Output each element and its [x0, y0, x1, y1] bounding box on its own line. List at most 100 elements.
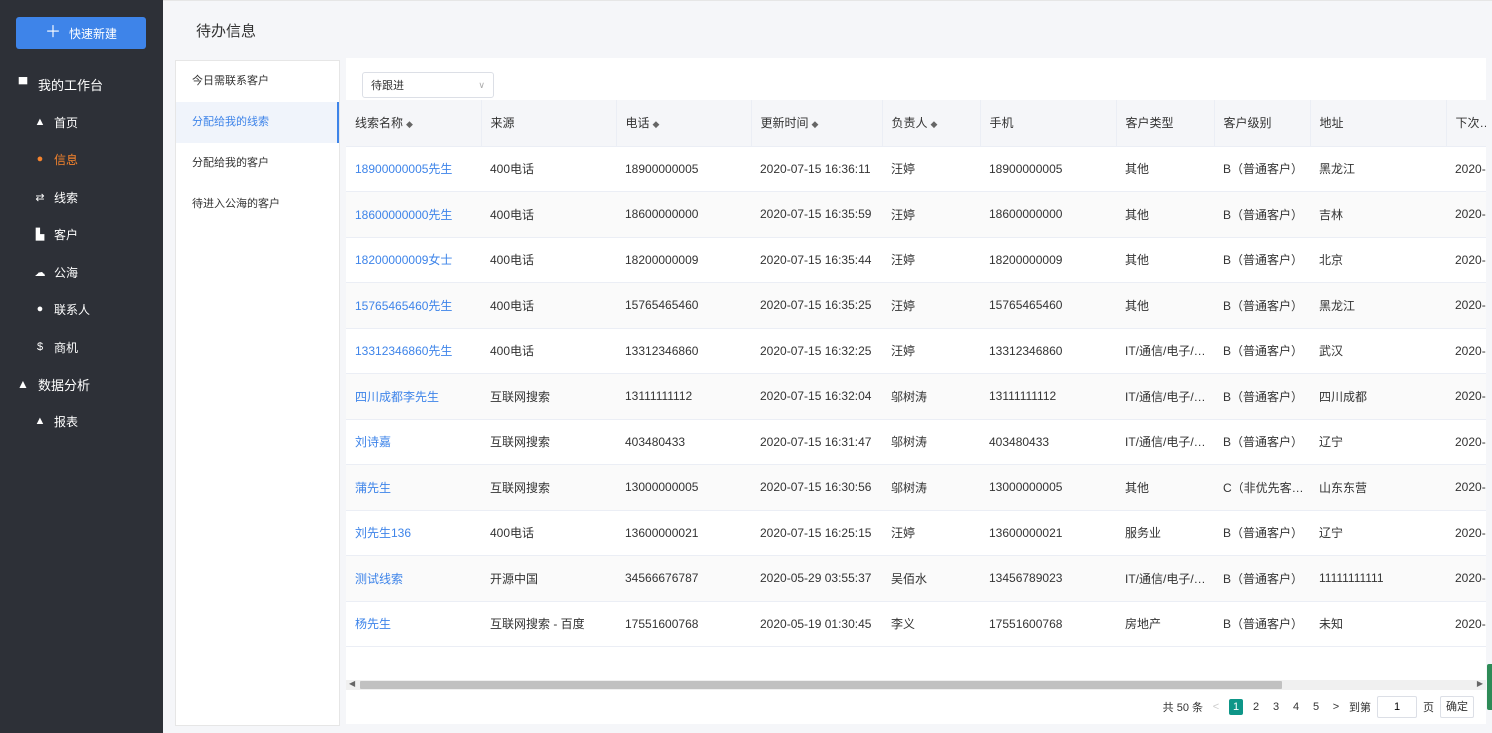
page-button-2[interactable]: 2: [1249, 701, 1263, 713]
cell-name[interactable]: 测试线索: [346, 555, 481, 602]
nav-group-label: 我的工作台: [38, 77, 104, 93]
cell-customer-level: B（普通客户）: [1214, 373, 1310, 420]
cell-customer-level: B（普通客户）: [1214, 555, 1310, 602]
sidebar-item-home[interactable]: ▲ 首页: [0, 104, 163, 140]
cell-mobile: 18900000005: [980, 146, 1116, 192]
column-header-next-contact: 下次联系时间: [1446, 100, 1486, 147]
sidebar-item-label: 商机: [54, 340, 79, 355]
cell-name[interactable]: 18600000000先生: [346, 191, 481, 238]
table-row[interactable]: 刘先生136 400电话 13600000021 2020-07-15 16:25:1…: [346, 510, 1486, 556]
sidebar-item-public-pool[interactable]: ☁ 公海: [0, 254, 163, 290]
table-row[interactable]: 测试线索 开源中国 34566676787 2020-05-29 03:55:37 吴佰…: [346, 555, 1486, 602]
chevron-down-icon: ∨: [478, 80, 485, 90]
sidebar-item-label: 报表: [54, 414, 79, 429]
column-header-customer-level: 客户级别: [1214, 100, 1311, 147]
sort-icon[interactable]: ◆: [653, 119, 660, 129]
plus-icon: ＋: [44, 24, 61, 41]
submenu-item-today-contact[interactable]: 今日需联系客户: [176, 61, 339, 102]
cell-customer-level: B（普通客户）: [1214, 237, 1310, 283]
table-row[interactable]: 杨先生 互联网搜索 - 百度 17551600768 2020-05-19 01:30…: [346, 601, 1486, 647]
horizontal-scrollbar[interactable]: ◀ ▶: [346, 679, 1486, 690]
cell-owner: 汪婷: [882, 146, 980, 192]
sidebar-item-label: 联系人: [54, 302, 91, 317]
sort-icon[interactable]: ◆: [406, 119, 413, 129]
cell-name[interactable]: 15765465460先生: [346, 282, 481, 329]
prev-page-button[interactable]: <: [1209, 701, 1223, 713]
table-row[interactable]: 蒲先生 互联网搜索 13000000005 2020-07-15 16:30:56 邬树…: [346, 464, 1486, 511]
column-header-updated[interactable]: 更新时间 ◆: [751, 100, 883, 147]
side-feedback-tab[interactable]: [1487, 664, 1492, 710]
cell-next-contact: 2020-: [1446, 328, 1486, 374]
sort-icon[interactable]: ◆: [812, 119, 819, 129]
table-row[interactable]: 18600000000先生 400电话 18600000000 2020-07-15 …: [346, 191, 1486, 238]
column-header-source: 来源: [481, 100, 617, 147]
cell-next-contact: 2020-: [1446, 282, 1486, 329]
page-button-3[interactable]: 3: [1269, 701, 1283, 713]
cell-owner: 邬树涛: [882, 419, 980, 465]
sidebar-item-opportunities[interactable]: $ 商机: [0, 329, 163, 365]
sidebar-item-leads[interactable]: ⇄ 线索: [0, 179, 163, 215]
cell-name[interactable]: 杨先生: [346, 601, 481, 647]
page-button-5[interactable]: 5: [1309, 701, 1323, 713]
status-filter-select[interactable]: 待跟进 ∨: [362, 72, 494, 98]
table-row[interactable]: 18900000005先生 400电话 18900000005 2020-07-15 …: [346, 146, 1486, 192]
cell-name[interactable]: 刘诗嘉: [346, 419, 481, 465]
scrollbar-thumb[interactable]: [360, 681, 1282, 689]
cell-next-contact: 2020-: [1446, 373, 1486, 420]
sidebar-item-customers[interactable]: ▙ 客户: [0, 216, 163, 252]
table-row[interactable]: 15765465460先生 400电话 15765465460 2020-07-15 …: [346, 282, 1486, 329]
cell-customer-type: 其他: [1116, 282, 1214, 329]
cell-mobile: 13111111112: [980, 373, 1116, 420]
cell-phone: 13111111112: [616, 373, 751, 420]
sidebar-item-label: 信息: [54, 152, 79, 167]
sort-icon[interactable]: ◆: [931, 119, 938, 129]
cell-name[interactable]: 18200000009女士: [346, 237, 481, 283]
table-row[interactable]: 13312346860先生 400电话 13312346860 2020-07-15 …: [346, 328, 1486, 374]
cell-customer-level: B（普通客户）: [1214, 510, 1310, 556]
cell-customer-level: B（普通客户）: [1214, 419, 1310, 465]
scroll-right-icon[interactable]: ▶: [1477, 679, 1483, 688]
cell-updated: 2020-05-19 01:30:45: [751, 601, 882, 647]
cell-updated: 2020-07-15 16:30:56: [751, 464, 882, 511]
scroll-left-icon[interactable]: ◀: [349, 679, 355, 688]
cell-name[interactable]: 蒲先生: [346, 464, 481, 511]
sidebar-item-contacts[interactable]: ● 联系人: [0, 291, 163, 327]
column-header-owner[interactable]: 负责人 ◆: [882, 100, 981, 147]
cell-name[interactable]: 刘先生136: [346, 510, 481, 556]
nav-group-analytics[interactable]: ▲ 数据分析: [0, 366, 163, 402]
nav-group-workbench[interactable]: ▀ 我的工作台: [0, 66, 163, 102]
leads-icon: ⇄: [35, 191, 45, 204]
cell-updated: 2020-07-15 16:35:59: [751, 191, 882, 238]
monitor-icon: ▀: [18, 77, 28, 91]
submenu-item-assigned-leads[interactable]: 分配给我的线索: [176, 102, 339, 143]
submenu-item-pending-pool[interactable]: 待进入公海的客户: [176, 184, 339, 225]
cell-customer-type: IT/通信/电子/互联网: [1116, 555, 1214, 602]
table-row[interactable]: 刘诗嘉 互联网搜索 403480433 2020-07-15 16:31:47 邬树涛 4…: [346, 419, 1486, 465]
cell-mobile: 13600000021: [980, 510, 1116, 556]
page-button-4[interactable]: 4: [1289, 701, 1303, 713]
next-page-button[interactable]: >: [1329, 701, 1343, 713]
cell-name[interactable]: 13312346860先生: [346, 328, 481, 374]
cell-customer-type: 服务业: [1116, 510, 1214, 556]
cell-source: 400电话: [481, 237, 616, 283]
goto-confirm-button[interactable]: 确定: [1440, 696, 1474, 718]
cell-updated: 2020-07-15 16:25:15: [751, 510, 882, 556]
cell-owner: 邬树涛: [882, 464, 980, 511]
goto-page-input[interactable]: [1377, 696, 1417, 718]
sidebar-item-messages[interactable]: ● 信息: [0, 141, 163, 177]
submenu-item-assigned-customers[interactable]: 分配给我的客户: [176, 143, 339, 184]
cell-name[interactable]: 18900000005先生: [346, 146, 481, 192]
column-header-name[interactable]: 线索名称 ◆: [346, 100, 482, 147]
cell-next-contact: 2020-: [1446, 146, 1486, 192]
table-row[interactable]: 四川成都李先生 互联网搜索 13111111112 2020-07-15 16:32:…: [346, 373, 1486, 420]
table-row[interactable]: 18200000009女士 400电话 18200000009 2020-07-15 …: [346, 237, 1486, 283]
quick-create-button[interactable]: ＋ 快速新建: [16, 17, 146, 49]
page-header: 待办信息: [163, 0, 1492, 58]
page-button-1[interactable]: 1: [1229, 699, 1243, 715]
cell-name[interactable]: 四川成都李先生: [346, 373, 481, 420]
cell-address: 山东东营: [1310, 464, 1446, 511]
column-header-phone[interactable]: 电话 ◆: [616, 100, 752, 147]
cell-updated: 2020-07-15 16:35:25: [751, 282, 882, 329]
sidebar-item-reports[interactable]: ▲ 报表: [0, 403, 163, 439]
sidebar-item-label: 客户: [54, 227, 79, 242]
